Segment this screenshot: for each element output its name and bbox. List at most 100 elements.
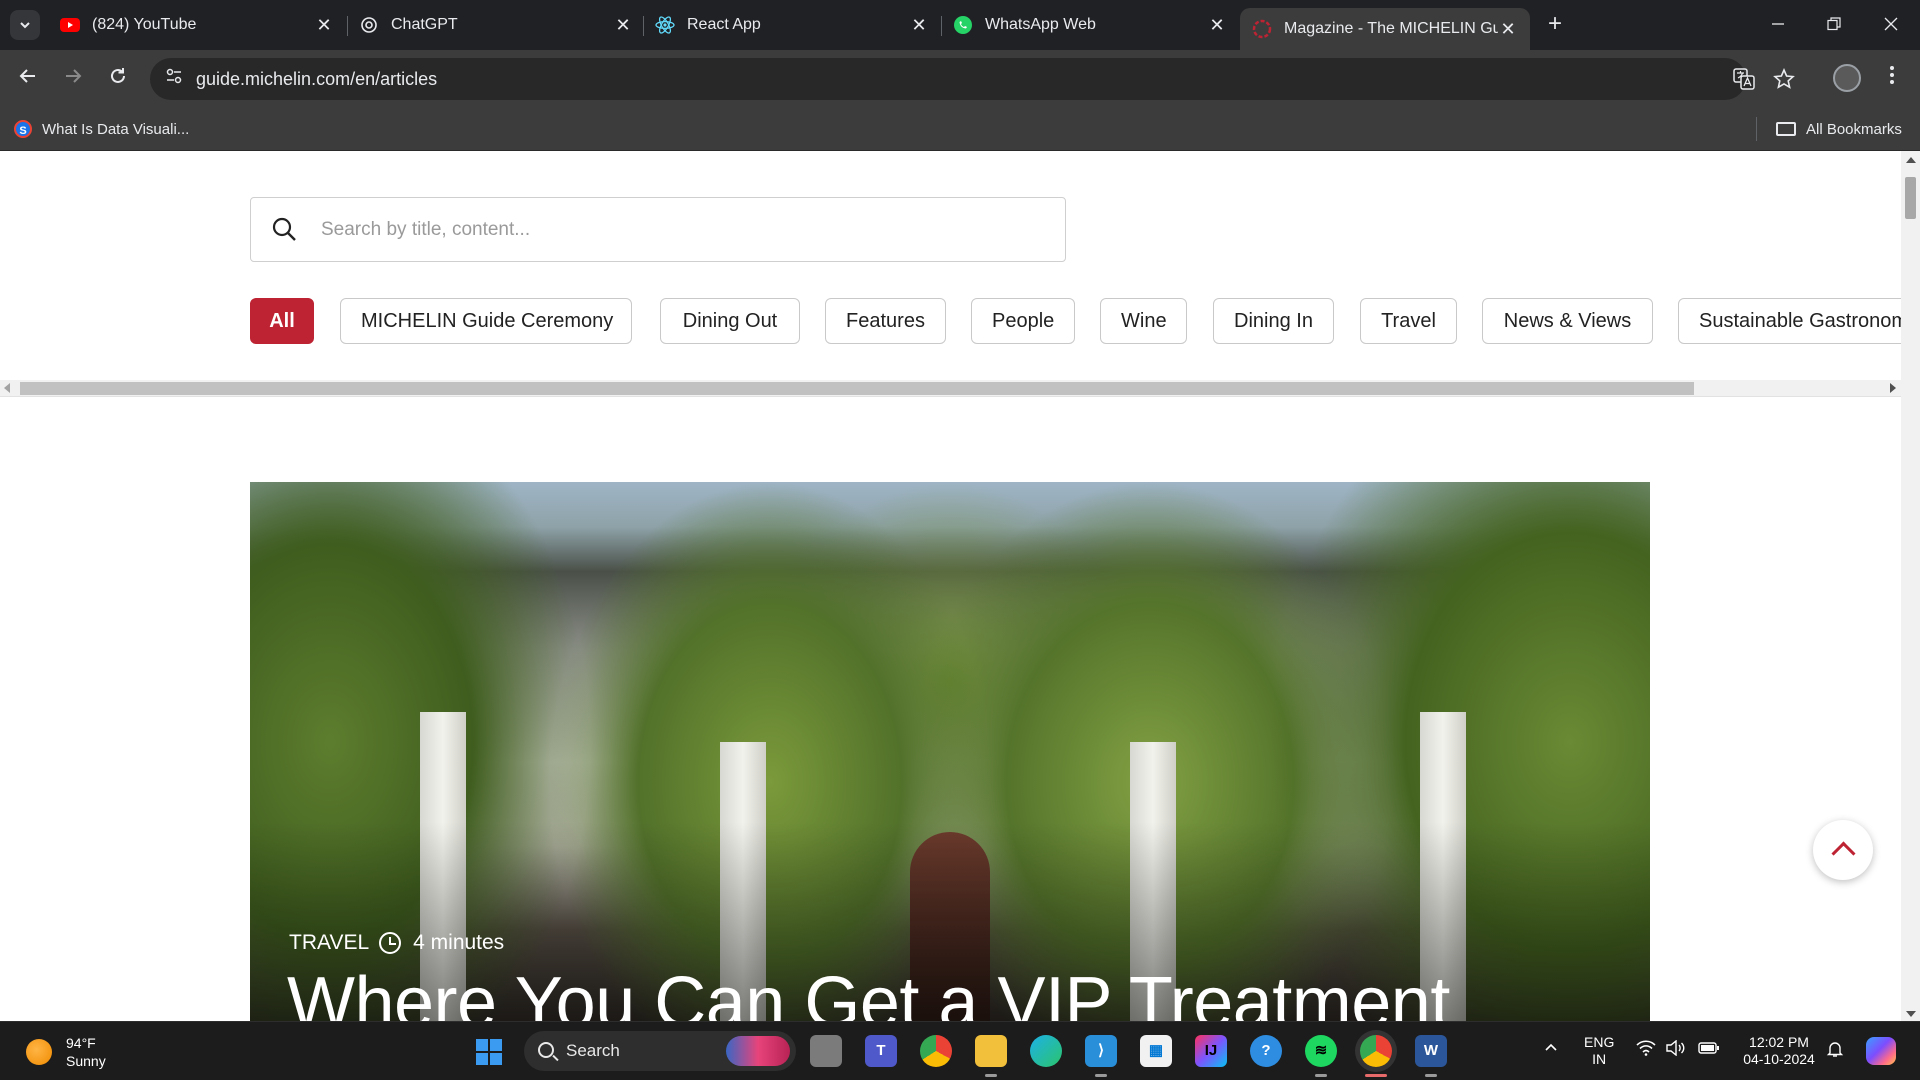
tab-chatgpt[interactable]: ChatGPT ✕ bbox=[347, 8, 645, 42]
close-icon[interactable]: ✕ bbox=[613, 15, 633, 36]
category-chip-people[interactable]: People bbox=[971, 298, 1075, 344]
chevron-down-icon bbox=[20, 22, 30, 29]
arrow-right-icon bbox=[66, 69, 82, 83]
intellij-icon[interactable]: IJ bbox=[1195, 1035, 1227, 1067]
forward-button[interactable] bbox=[58, 64, 88, 94]
category-chip-features[interactable]: Features bbox=[825, 298, 946, 344]
category-chip-news-views[interactable]: News & Views bbox=[1482, 298, 1653, 344]
back-button[interactable] bbox=[13, 64, 43, 94]
chevron-up-icon[interactable] bbox=[1543, 1040, 1559, 1061]
restore-icon bbox=[1827, 17, 1841, 31]
react-icon bbox=[655, 15, 675, 35]
help-icon[interactable]: ? bbox=[1250, 1035, 1282, 1067]
reload-button[interactable] bbox=[103, 64, 133, 94]
weather-widget[interactable]: 94°F Sunny bbox=[26, 1034, 106, 1070]
vscode-icon[interactable]: ⟩ bbox=[1085, 1035, 1117, 1067]
article-read-time: 4 minutes bbox=[413, 931, 505, 954]
page-vertical-scrollbar[interactable] bbox=[1901, 151, 1920, 1021]
tab-whatsapp[interactable]: WhatsApp Web ✕ bbox=[941, 8, 1239, 42]
language-indicator[interactable]: ENG IN bbox=[1584, 1034, 1614, 1068]
close-icon[interactable]: ✕ bbox=[1498, 19, 1518, 40]
bookmark-star-icon[interactable] bbox=[1772, 67, 1796, 92]
start-button[interactable] bbox=[476, 1039, 502, 1065]
scroll-up-icon[interactable] bbox=[1906, 157, 1916, 163]
scroll-left-icon[interactable] bbox=[4, 383, 10, 393]
article-search-box[interactable] bbox=[250, 197, 1066, 262]
word-icon[interactable]: W bbox=[1415, 1035, 1447, 1067]
taskbar-search[interactable]: Search bbox=[524, 1031, 796, 1071]
new-tab-button[interactable]: + bbox=[1542, 12, 1568, 38]
running-indicator bbox=[1425, 1074, 1437, 1077]
scroll-to-top-button[interactable] bbox=[1813, 820, 1873, 880]
restore-button[interactable] bbox=[1814, 10, 1854, 40]
page-content: All MICHELIN Guide Ceremony Dining Out F… bbox=[0, 151, 1901, 1021]
windows-taskbar: 94°F Sunny Search T ⟩ ▦ IJ ? ≋ W ENG IN … bbox=[0, 1021, 1920, 1080]
running-indicator bbox=[1095, 1074, 1107, 1077]
file-explorer-icon[interactable] bbox=[975, 1035, 1007, 1067]
tab-title: WhatsApp Web bbox=[985, 16, 1096, 33]
scrollbar-thumb[interactable] bbox=[20, 382, 1694, 395]
tab-react-app[interactable]: React App ✕ bbox=[643, 8, 941, 42]
tab-strip: (824) YouTube ✕ ChatGPT ✕ React App ✕ Wh… bbox=[0, 0, 1920, 50]
category-chip-michelin-guide-ceremony[interactable]: MICHELIN Guide Ceremony bbox=[340, 298, 632, 344]
close-icon[interactable]: ✕ bbox=[909, 15, 929, 36]
wifi-icon[interactable] bbox=[1636, 1040, 1656, 1061]
site-info-icon[interactable] bbox=[162, 67, 186, 91]
notification-bell-icon[interactable] bbox=[1826, 1040, 1844, 1063]
minimize-button[interactable] bbox=[1758, 10, 1798, 40]
scroll-right-icon[interactable] bbox=[1890, 383, 1896, 393]
michelin-icon bbox=[1252, 19, 1272, 39]
taskbar-search-label: Search bbox=[566, 1041, 620, 1060]
close-window-button[interactable] bbox=[1871, 10, 1911, 40]
weather-temp: 94°F bbox=[66, 1035, 96, 1051]
translate-icon[interactable] bbox=[1732, 68, 1756, 92]
copilot-icon[interactable] bbox=[1866, 1037, 1896, 1065]
category-chip-all[interactable]: All bbox=[250, 298, 314, 344]
category-chip-sustainable-gastronomy[interactable]: Sustainable Gastronomy bbox=[1678, 298, 1901, 344]
category-chip-dining-out[interactable]: Dining Out bbox=[660, 298, 800, 344]
reload-icon bbox=[111, 68, 125, 83]
category-horizontal-scrollbar[interactable] bbox=[0, 380, 1901, 397]
tab-youtube[interactable]: (824) YouTube ✕ bbox=[48, 8, 346, 42]
close-icon[interactable]: ✕ bbox=[314, 15, 334, 36]
task-view-icon[interactable] bbox=[810, 1035, 842, 1067]
address-bar[interactable]: guide.michelin.com/en/articles bbox=[150, 58, 1795, 100]
tab-michelin-magazine[interactable]: Magazine - The MICHELIN Guide ✕ bbox=[1240, 8, 1530, 50]
all-bookmarks-button[interactable]: All Bookmarks bbox=[1776, 117, 1902, 141]
article-title[interactable]: Where You Can Get a VIP Treatment bbox=[287, 962, 1450, 1021]
battery-icon[interactable] bbox=[1698, 1040, 1720, 1061]
bookmark-label: What Is Data Visuali... bbox=[42, 120, 190, 138]
chrome-icon[interactable] bbox=[920, 1035, 952, 1067]
ms-store-icon[interactable]: ▦ bbox=[1140, 1035, 1172, 1067]
clock-widget[interactable]: 12:02 PM 04-10-2024 bbox=[1736, 1034, 1822, 1068]
more-menu-icon[interactable] bbox=[1882, 64, 1902, 94]
all-bookmarks-label: All Bookmarks bbox=[1806, 120, 1902, 138]
spotify-icon[interactable]: ≋ bbox=[1305, 1035, 1337, 1067]
category-chip-wine[interactable]: Wine bbox=[1100, 298, 1187, 344]
category-chip-dining-in[interactable]: Dining In bbox=[1213, 298, 1334, 344]
category-chip-travel[interactable]: Travel bbox=[1360, 298, 1457, 344]
tab-title: ChatGPT bbox=[391, 16, 458, 33]
search-input[interactable] bbox=[321, 212, 1021, 248]
bookmarks-bar: S What Is Data Visuali... All Bookmarks bbox=[0, 108, 1920, 151]
profile-avatar[interactable] bbox=[1833, 64, 1861, 92]
close-icon[interactable]: ✕ bbox=[1207, 15, 1227, 36]
chrome-active-icon[interactable] bbox=[1360, 1035, 1392, 1067]
language-region: IN bbox=[1592, 1051, 1607, 1067]
bookmark-item[interactable]: S What Is Data Visuali... bbox=[14, 117, 189, 141]
search-highlight-image bbox=[726, 1036, 790, 1066]
folder-icon bbox=[1776, 122, 1796, 136]
url-text[interactable]: guide.michelin.com/en/articles bbox=[196, 69, 437, 90]
featured-article-card[interactable]: TRAVEL 4 minutes Where You Can Get a VIP… bbox=[250, 482, 1650, 1021]
tab-search-button[interactable] bbox=[10, 10, 40, 40]
clock-icon bbox=[379, 932, 402, 954]
clock-date: 04-10-2024 bbox=[1743, 1051, 1815, 1067]
teams-icon[interactable]: T bbox=[865, 1035, 897, 1067]
volume-icon[interactable] bbox=[1666, 1039, 1686, 1061]
weather-text: 94°F Sunny bbox=[66, 1034, 106, 1070]
article-category: TRAVEL bbox=[289, 931, 370, 954]
sun-icon bbox=[26, 1039, 52, 1065]
scrollbar-thumb[interactable] bbox=[1905, 177, 1916, 219]
scroll-down-icon[interactable] bbox=[1906, 1011, 1916, 1017]
edge-icon[interactable] bbox=[1030, 1035, 1062, 1067]
